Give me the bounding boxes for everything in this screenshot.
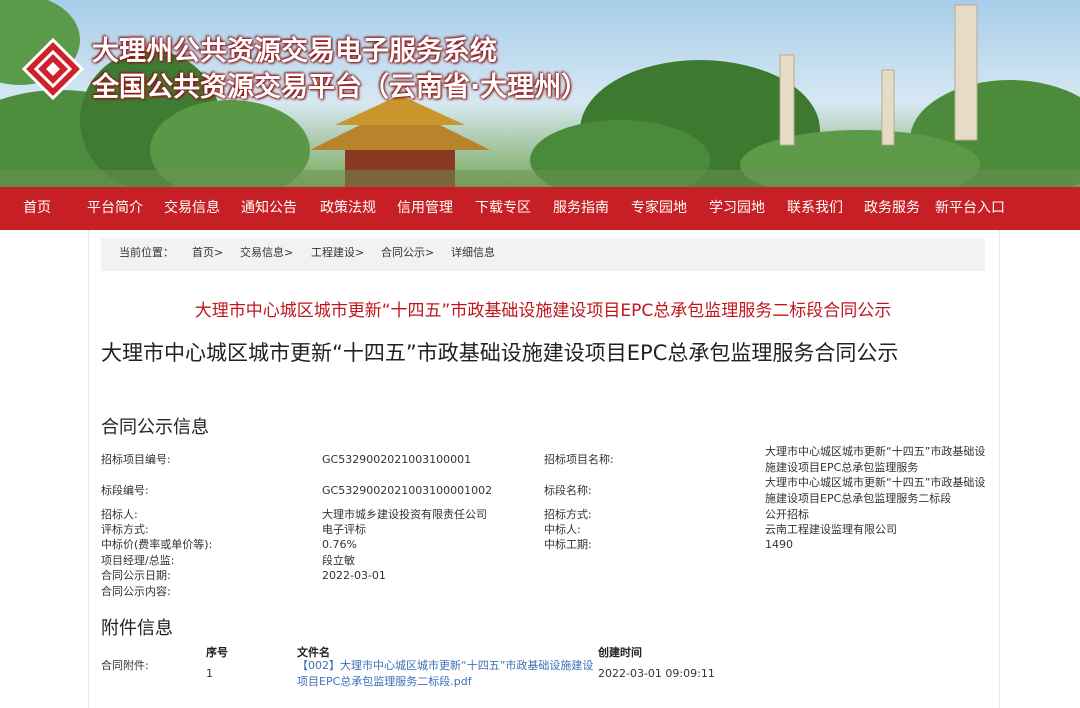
content-panel: 当前位置： 首页> 交易信息> 工程建设> 合同公示> 详细信息 大理市中心城区… — [88, 230, 1000, 708]
project-name-label: 招标项目名称: — [544, 453, 614, 466]
diamond-logo-icon — [22, 38, 84, 100]
tenderer-label: 招标人: — [101, 508, 138, 521]
nav-credit[interactable]: 信用管理 — [397, 187, 453, 230]
nav-guide[interactable]: 服务指南 — [553, 187, 609, 230]
nav-notices[interactable]: 通知公告 — [241, 187, 297, 230]
attachment-file-link[interactable]: 【002】大理市中心城区城市更新“十四五”市政基础设施建设项目EPC总承包监理服… — [297, 658, 597, 690]
section-name-value: 大理市中心城区城市更新“十四五”市政基础设施建设项目EPC总承包监理服务二标段 — [765, 476, 986, 505]
breadcrumb-trade-info[interactable]: 交易信息> — [240, 238, 293, 267]
site-title: 大理州公共资源交易电子服务系统 全国公共资源交易平台（云南省·大理州） — [92, 34, 588, 106]
breadcrumb-detail: 详细信息 — [451, 246, 495, 259]
manager-value: 段立敏 — [322, 554, 355, 567]
attachments-header-no: 序号 — [206, 646, 228, 659]
project-name-value: 大理市中心城区城市更新“十四五”市政基础设施建设项目EPC总承包监理服务 — [765, 445, 986, 474]
period-value: 1490 — [765, 538, 793, 551]
notice-red-title: 大理市中心城区城市更新“十四五”市政基础设施建设项目EPC总承包监理服务二标段合… — [194, 301, 892, 321]
project-no-value: GC5329002021003100001 — [322, 453, 472, 466]
nav-home[interactable]: 首页 — [23, 187, 51, 230]
nav-contact[interactable]: 联系我们 — [787, 187, 843, 230]
nav-trade-info[interactable]: 交易信息 — [164, 187, 220, 230]
page-title: 大理市中心城区城市更新“十四五”市政基础设施建设项目EPC总承包监理服务合同公示 — [101, 341, 899, 365]
eval-label: 评标方式: — [101, 523, 149, 536]
attachment-created-time: 2022-03-01 09:09:11 — [598, 667, 715, 680]
date-label: 合同公示日期: — [101, 569, 171, 582]
content-label: 合同公示内容: — [101, 585, 171, 598]
nav-experts[interactable]: 专家园地 — [631, 187, 687, 230]
nav-learning[interactable]: 学习园地 — [709, 187, 765, 230]
breadcrumb: 当前位置： 首页> 交易信息> 工程建设> 合同公示> 详细信息 — [101, 238, 985, 271]
main-nav: 首页 平台简介 交易信息 通知公告 政策法规 信用管理 下载专区 服务指南 专家… — [0, 187, 1080, 230]
attachment-row-no: 1 — [206, 667, 213, 680]
section-name-label: 标段名称: — [544, 484, 592, 497]
method-value: 公开招标 — [765, 508, 809, 521]
price-label: 中标价(费率或单价等): — [101, 538, 213, 551]
eval-value: 电子评标 — [322, 523, 366, 536]
header-banner: 大理州公共资源交易电子服务系统 全国公共资源交易平台（云南省·大理州） — [0, 0, 1080, 187]
breadcrumb-label: 当前位置： — [119, 246, 174, 259]
site-title-line2: 全国公共资源交易平台（云南省·大理州） — [92, 72, 589, 103]
manager-label: 项目经理/总监: — [101, 554, 175, 567]
winner-value: 云南工程建设监理有限公司 — [765, 523, 897, 536]
nav-policy[interactable]: 政策法规 — [320, 187, 376, 230]
attachments-header-created: 创建时间 — [598, 646, 642, 659]
method-label: 招标方式: — [544, 508, 592, 521]
site-title-line1: 大理州公共资源交易电子服务系统 — [92, 36, 497, 67]
breadcrumb-home[interactable]: 首页> — [192, 238, 223, 267]
nav-about[interactable]: 平台简介 — [87, 187, 143, 230]
winner-label: 中标人: — [544, 523, 581, 536]
project-no-label: 招标项目编号: — [101, 453, 171, 466]
section-no-value: GC5329002021003100001002 — [322, 484, 493, 497]
nav-gov-service[interactable]: 政务服务 — [864, 187, 920, 230]
nav-downloads[interactable]: 下载专区 — [475, 187, 531, 230]
attachments-label: 合同附件: — [101, 659, 149, 672]
price-value: 0.76% — [322, 538, 357, 551]
contract-section-title: 合同公示信息 — [101, 417, 209, 438]
breadcrumb-engineering[interactable]: 工程建设> — [311, 238, 364, 267]
section-no-label: 标段编号: — [101, 484, 149, 497]
date-value: 2022-03-01 — [322, 569, 386, 582]
tenderer-value: 大理市城乡建设投资有限责任公司 — [322, 508, 487, 521]
nav-new-platform[interactable]: 新平台入口 — [935, 187, 1005, 230]
attachments-section-title: 附件信息 — [101, 618, 173, 639]
period-label: 中标工期: — [544, 538, 592, 551]
breadcrumb-contract[interactable]: 合同公示> — [381, 238, 434, 267]
